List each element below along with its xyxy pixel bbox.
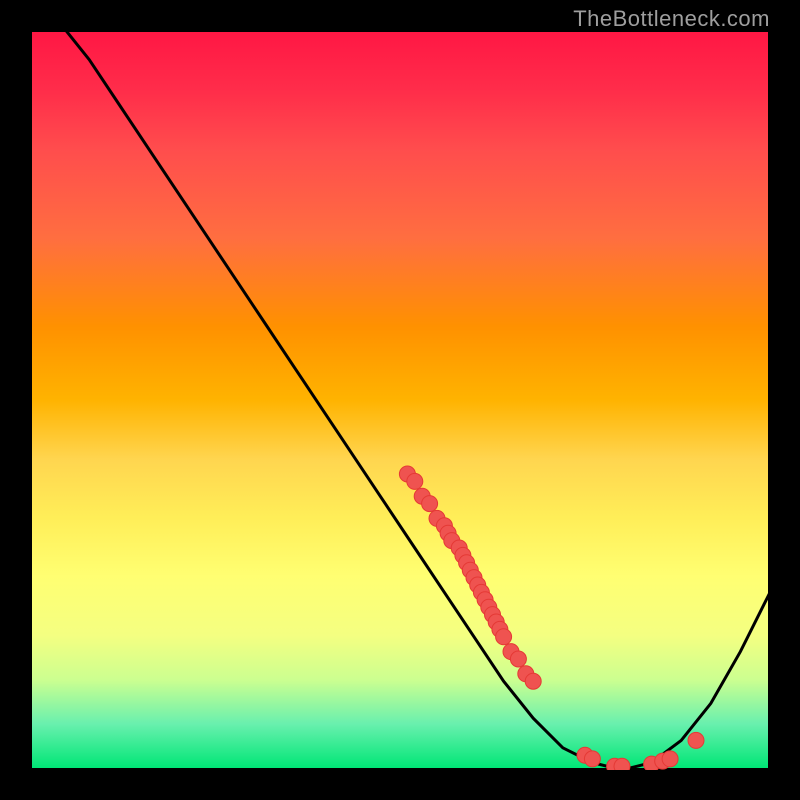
chart-container: TheBottleneck.com [0,0,800,800]
plot-background [30,30,770,770]
watermark-text: TheBottleneck.com [573,6,770,32]
